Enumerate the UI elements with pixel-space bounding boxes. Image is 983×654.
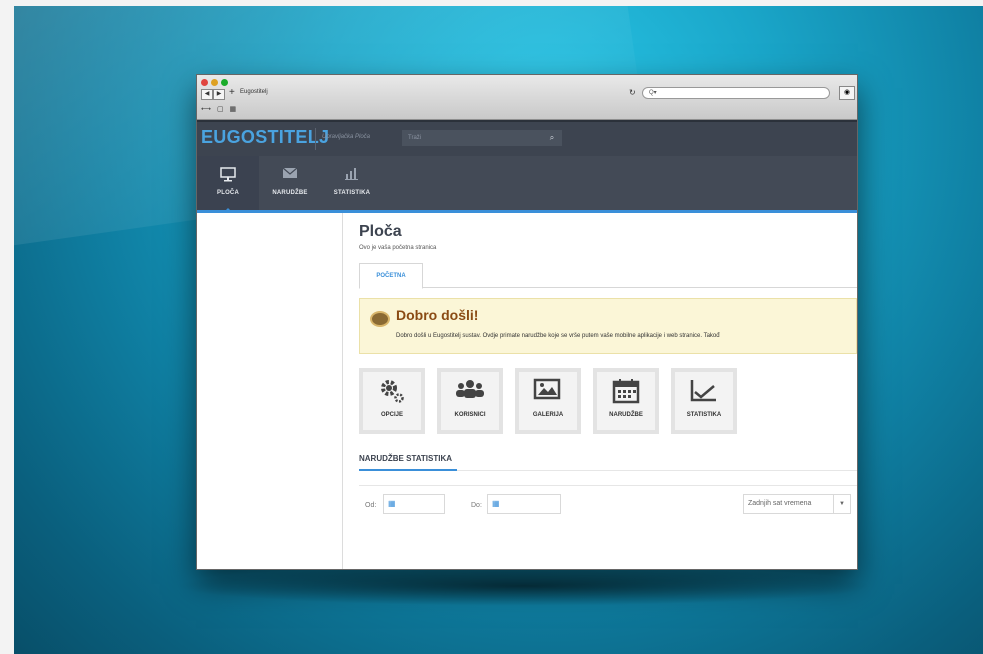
brand-divider bbox=[315, 128, 316, 150]
line-chart-icon bbox=[675, 378, 733, 406]
nav-label: STATISTIKA bbox=[333, 190, 371, 196]
to-date-input[interactable]: ▦ bbox=[487, 494, 561, 514]
shortcut-label: KORISNICI bbox=[454, 412, 486, 418]
new-tab-button[interactable]: + bbox=[229, 87, 235, 98]
page-title: Ploča bbox=[359, 223, 402, 240]
bookmarks-icons[interactable]: ⟷ ▢ ▦ bbox=[201, 105, 238, 113]
shortcut-label: GALERIJA bbox=[532, 412, 564, 418]
browser-tab-title[interactable]: Eugostitelj bbox=[240, 89, 268, 95]
shortcut-narudzbe[interactable]: NARUDŽBE bbox=[593, 368, 659, 434]
main-content: Ploča Ovo je vaša početna stranica POČET… bbox=[343, 213, 857, 569]
active-indicator bbox=[223, 208, 233, 213]
image-icon bbox=[519, 378, 577, 406]
nav-item-statistika[interactable]: STATISTIKA bbox=[321, 156, 383, 210]
browser-search-field[interactable]: Q▾ bbox=[642, 87, 830, 99]
welcome-text: Dobro došli u Eugostitelj sustav. Ovdje … bbox=[396, 333, 720, 339]
tab-pocetna[interactable]: POČETNA bbox=[359, 263, 423, 289]
downloads-button[interactable]: ◉ bbox=[839, 86, 855, 100]
tab-strip: POČETNA bbox=[359, 263, 857, 289]
welcome-alert: Dobro došli! Dobro došli u Eugostitelj s… bbox=[359, 298, 857, 354]
nav-item-narudzbe[interactable]: NARUDŽBE bbox=[259, 156, 321, 210]
users-icon bbox=[441, 378, 499, 406]
envelope-icon bbox=[259, 166, 321, 184]
stats-section-title: NARUDŽBE STATISTIKA bbox=[359, 454, 457, 471]
history-buttons: ◀ ▶ bbox=[201, 89, 225, 100]
brand-logo[interactable]: EUGOSTITELJ bbox=[201, 127, 329, 148]
shortcut-opcije[interactable]: OPCIJE bbox=[359, 368, 425, 434]
app-header: EUGOSTITELJ Upravljačka Ploča Traži ⌕ bbox=[197, 120, 857, 156]
to-label: Do: bbox=[471, 502, 482, 509]
nav-item-ploca[interactable]: PLOČA bbox=[197, 156, 259, 213]
gears-icon bbox=[363, 378, 421, 406]
forward-button[interactable]: ▶ bbox=[213, 89, 225, 100]
shortcut-korisnici[interactable]: KORISNICI bbox=[437, 368, 503, 434]
page-subtitle: Ovo je vaša početna stranica bbox=[359, 245, 437, 251]
minimize-window-button[interactable] bbox=[211, 79, 218, 86]
back-button[interactable]: ◀ bbox=[201, 89, 213, 100]
stats-filters: Od: ▦ Do: ▦ Zadnjih sat vremena ▼ bbox=[359, 485, 857, 526]
monitor-icon bbox=[197, 166, 259, 184]
shortcut-label: OPCIJE bbox=[380, 412, 403, 418]
calendar-icon bbox=[597, 378, 655, 406]
shortcut-galerija[interactable]: GALERIJA bbox=[515, 368, 581, 434]
bar-chart-icon bbox=[321, 166, 383, 184]
from-label: Od: bbox=[365, 502, 377, 509]
shortcut-statistika[interactable]: STATISTIKA bbox=[671, 368, 737, 434]
nav-label: NARUDŽBE bbox=[272, 190, 308, 196]
welcome-icon bbox=[370, 311, 390, 327]
browser-toolbar: ◀ ▶ + Eugostitelj ⟷ ▢ ▦ ↻ Q▾ ◉ bbox=[197, 75, 857, 120]
shortcut-label: NARUDŽBE bbox=[609, 412, 643, 418]
shortcut-tiles: OPCIJE KORISNICI GALERIJA NARUDŽBE STATI… bbox=[359, 368, 857, 434]
brand-subtitle: Upravljačka Ploča bbox=[322, 134, 371, 140]
range-select[interactable]: Zadnjih sat vremena ▼ bbox=[743, 494, 851, 514]
main-navigation: PLOČA NARUDŽBE STATISTIKA bbox=[197, 156, 857, 213]
search-icon[interactable]: ⌕ bbox=[542, 130, 562, 146]
shortcut-label: STATISTIKA bbox=[686, 412, 722, 418]
reload-icon[interactable]: ↻ bbox=[629, 88, 636, 97]
calendar-icon[interactable]: ▦ bbox=[492, 499, 500, 508]
app-body: Ploča Ovo je vaša početna stranica POČET… bbox=[197, 213, 857, 569]
chevron-down-icon[interactable]: ▼ bbox=[833, 495, 850, 513]
app-search-input[interactable]: Traži bbox=[402, 130, 562, 146]
sidebar bbox=[197, 213, 343, 569]
window-shadow bbox=[174, 566, 874, 606]
desktop-background: ◀ ▶ + Eugostitelj ⟷ ▢ ▦ ↻ Q▾ ◉ EUGOSTITE… bbox=[14, 6, 983, 654]
zoom-window-button[interactable] bbox=[221, 79, 228, 86]
nav-label: PLOČA bbox=[217, 190, 239, 196]
browser-window: ◀ ▶ + Eugostitelj ⟷ ▢ ▦ ↻ Q▾ ◉ EUGOSTITE… bbox=[196, 74, 858, 570]
welcome-title: Dobro došli! bbox=[396, 307, 479, 323]
from-date-input[interactable]: ▦ bbox=[383, 494, 445, 514]
range-select-value: Zadnjih sat vremena bbox=[748, 500, 812, 507]
window-controls bbox=[201, 79, 228, 86]
close-window-button[interactable] bbox=[201, 79, 208, 86]
calendar-icon[interactable]: ▦ bbox=[388, 499, 396, 508]
